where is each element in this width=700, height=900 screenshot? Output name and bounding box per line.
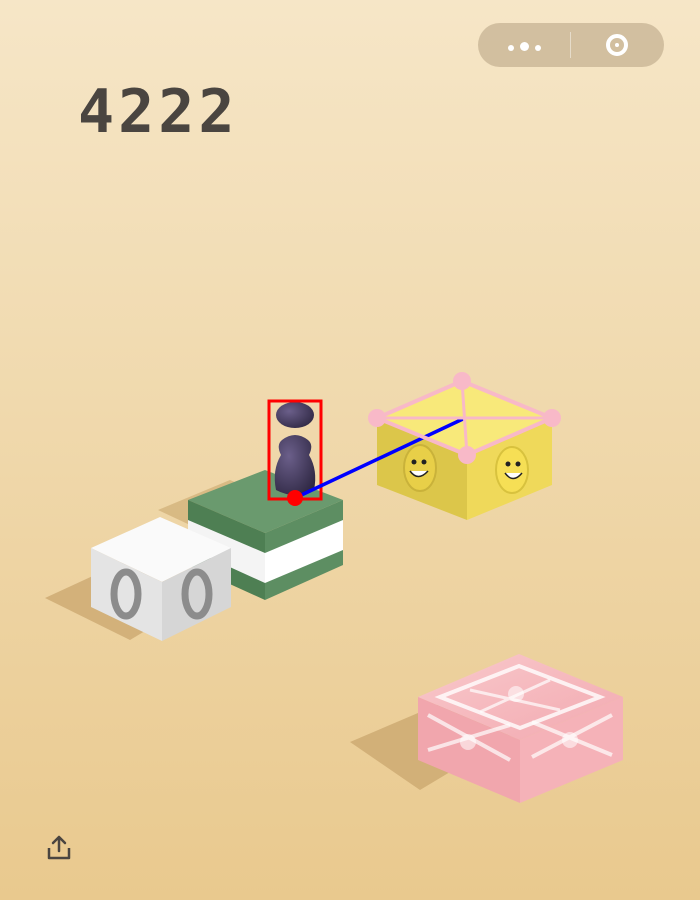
smiley-icon bbox=[495, 446, 529, 494]
game-scene[interactable] bbox=[0, 0, 700, 900]
smiley-icon bbox=[403, 444, 437, 492]
pink-block bbox=[418, 654, 623, 803]
share-upload-icon bbox=[47, 835, 71, 860]
player-piece bbox=[274, 402, 316, 495]
share-button[interactable] bbox=[44, 834, 74, 864]
player-anchor-point bbox=[287, 490, 303, 506]
